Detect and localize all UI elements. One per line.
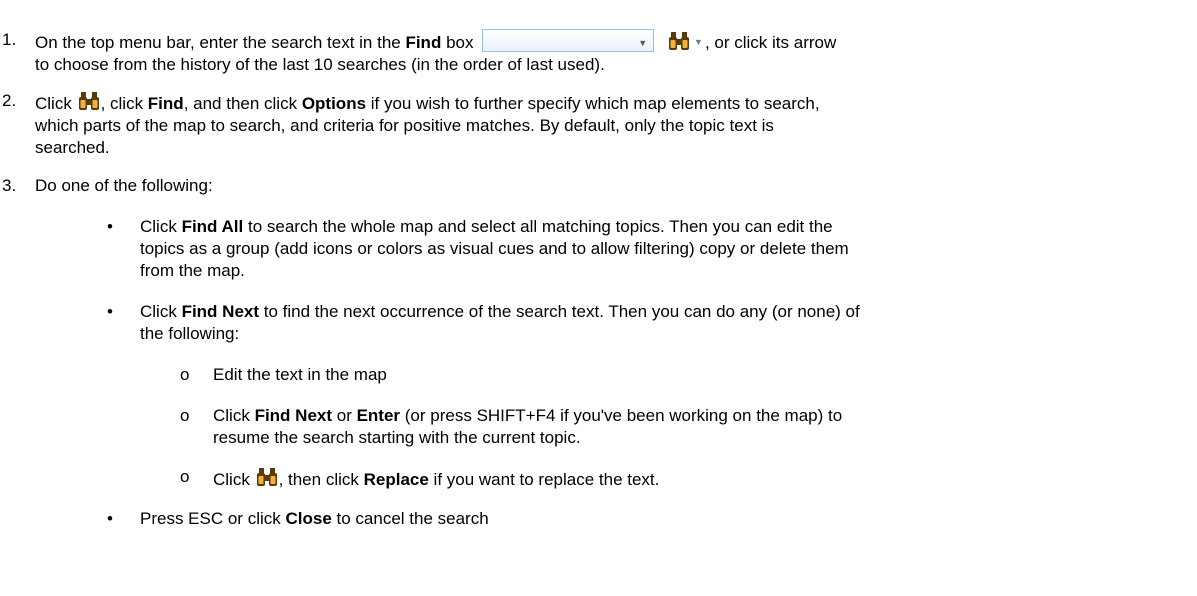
help-document: 1. On the top menu bar, enter the search… [0, 0, 1197, 596]
binoculars-icon [256, 468, 277, 486]
bullet-item: • Click Find All to search the whole map… [107, 217, 849, 280]
find-input[interactable]: ▼ [482, 29, 655, 54]
step-1: 1. On the top menu bar, enter the search… [2, 29, 837, 74]
step-3: 3. Do one of the following: [2, 176, 213, 195]
binoculars-icon [668, 32, 689, 50]
step-number: 1. [2, 30, 17, 49]
sub-bullet-icon: o [180, 365, 190, 384]
step-number: 3. [2, 176, 17, 195]
chevron-down-icon[interactable]: ▼ [638, 32, 647, 54]
find-button[interactable]: ▼ [667, 30, 705, 52]
sub-bullet-item: o Click Find Next or Enter (or press SHI… [180, 406, 843, 447]
sub-bullet-item: o Edit the text in the map [180, 365, 387, 384]
sub-bullet-item: o Click , then click Replace if you want… [180, 467, 660, 489]
chevron-down-icon: ▼ [693, 37, 703, 47]
bullet-item: • Click Find Next to find the next occur… [107, 302, 860, 343]
bullet-icon: • [107, 302, 113, 321]
bullet-item: • Press ESC or click Close to cancel the… [107, 509, 489, 528]
step-number: 2. [2, 91, 17, 110]
bullet-icon: • [107, 217, 113, 236]
bullet-icon: • [107, 509, 113, 528]
sub-bullet-icon: o [180, 406, 190, 425]
step-2: 2. Click , click Find, and then click Op… [2, 91, 820, 157]
binoculars-icon [78, 92, 99, 110]
sub-bullet-icon: o [180, 467, 190, 486]
